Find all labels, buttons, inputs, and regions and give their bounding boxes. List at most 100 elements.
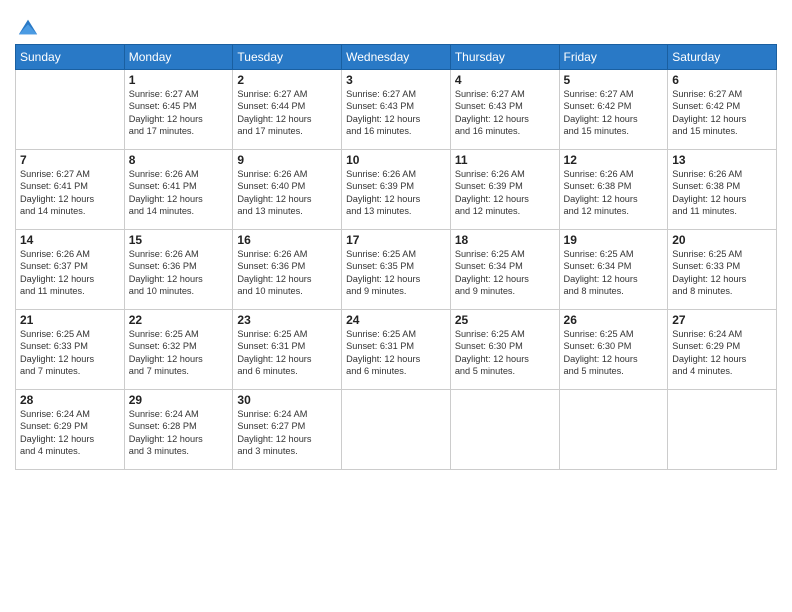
weekday-header-row: SundayMondayTuesdayWednesdayThursdayFrid… — [16, 45, 777, 70]
calendar-cell: 25Sunrise: 6:25 AM Sunset: 6:30 PM Dayli… — [450, 310, 559, 390]
calendar-cell: 9Sunrise: 6:26 AM Sunset: 6:40 PM Daylig… — [233, 150, 342, 230]
day-number: 4 — [455, 73, 555, 87]
day-detail: Sunrise: 6:27 AM Sunset: 6:42 PM Dayligh… — [672, 88, 772, 138]
day-detail: Sunrise: 6:25 AM Sunset: 6:30 PM Dayligh… — [564, 328, 664, 378]
calendar-cell: 17Sunrise: 6:25 AM Sunset: 6:35 PM Dayli… — [342, 230, 451, 310]
day-detail: Sunrise: 6:26 AM Sunset: 6:38 PM Dayligh… — [564, 168, 664, 218]
day-number: 6 — [672, 73, 772, 87]
day-number: 14 — [20, 233, 120, 247]
day-detail: Sunrise: 6:27 AM Sunset: 6:45 PM Dayligh… — [129, 88, 229, 138]
week-row-5: 28Sunrise: 6:24 AM Sunset: 6:29 PM Dayli… — [16, 390, 777, 470]
day-number: 7 — [20, 153, 120, 167]
day-detail: Sunrise: 6:26 AM Sunset: 6:41 PM Dayligh… — [129, 168, 229, 218]
day-detail: Sunrise: 6:25 AM Sunset: 6:31 PM Dayligh… — [346, 328, 446, 378]
calendar-cell: 18Sunrise: 6:25 AM Sunset: 6:34 PM Dayli… — [450, 230, 559, 310]
calendar-cell: 15Sunrise: 6:26 AM Sunset: 6:36 PM Dayli… — [124, 230, 233, 310]
weekday-header-sunday: Sunday — [16, 45, 125, 70]
calendar-cell: 11Sunrise: 6:26 AM Sunset: 6:39 PM Dayli… — [450, 150, 559, 230]
day-number: 15 — [129, 233, 229, 247]
calendar-cell: 2Sunrise: 6:27 AM Sunset: 6:44 PM Daylig… — [233, 70, 342, 150]
day-number: 27 — [672, 313, 772, 327]
day-number: 30 — [237, 393, 337, 407]
day-number: 16 — [237, 233, 337, 247]
calendar-cell — [668, 390, 777, 470]
calendar-cell: 12Sunrise: 6:26 AM Sunset: 6:38 PM Dayli… — [559, 150, 668, 230]
week-row-3: 14Sunrise: 6:26 AM Sunset: 6:37 PM Dayli… — [16, 230, 777, 310]
day-number: 22 — [129, 313, 229, 327]
day-number: 11 — [455, 153, 555, 167]
day-number: 2 — [237, 73, 337, 87]
day-detail: Sunrise: 6:25 AM Sunset: 6:35 PM Dayligh… — [346, 248, 446, 298]
calendar-cell: 10Sunrise: 6:26 AM Sunset: 6:39 PM Dayli… — [342, 150, 451, 230]
week-row-1: 1Sunrise: 6:27 AM Sunset: 6:45 PM Daylig… — [16, 70, 777, 150]
day-number: 5 — [564, 73, 664, 87]
day-detail: Sunrise: 6:24 AM Sunset: 6:29 PM Dayligh… — [672, 328, 772, 378]
calendar-cell: 1Sunrise: 6:27 AM Sunset: 6:45 PM Daylig… — [124, 70, 233, 150]
calendar-cell: 27Sunrise: 6:24 AM Sunset: 6:29 PM Dayli… — [668, 310, 777, 390]
day-detail: Sunrise: 6:27 AM Sunset: 6:41 PM Dayligh… — [20, 168, 120, 218]
day-number: 23 — [237, 313, 337, 327]
calendar-cell: 19Sunrise: 6:25 AM Sunset: 6:34 PM Dayli… — [559, 230, 668, 310]
day-detail: Sunrise: 6:24 AM Sunset: 6:27 PM Dayligh… — [237, 408, 337, 458]
day-detail: Sunrise: 6:25 AM Sunset: 6:34 PM Dayligh… — [564, 248, 664, 298]
calendar-cell: 21Sunrise: 6:25 AM Sunset: 6:33 PM Dayli… — [16, 310, 125, 390]
calendar-cell: 14Sunrise: 6:26 AM Sunset: 6:37 PM Dayli… — [16, 230, 125, 310]
calendar-cell: 26Sunrise: 6:25 AM Sunset: 6:30 PM Dayli… — [559, 310, 668, 390]
week-row-2: 7Sunrise: 6:27 AM Sunset: 6:41 PM Daylig… — [16, 150, 777, 230]
day-number: 10 — [346, 153, 446, 167]
day-detail: Sunrise: 6:25 AM Sunset: 6:33 PM Dayligh… — [672, 248, 772, 298]
calendar-cell: 6Sunrise: 6:27 AM Sunset: 6:42 PM Daylig… — [668, 70, 777, 150]
day-detail: Sunrise: 6:26 AM Sunset: 6:36 PM Dayligh… — [237, 248, 337, 298]
day-detail: Sunrise: 6:27 AM Sunset: 6:43 PM Dayligh… — [346, 88, 446, 138]
day-number: 13 — [672, 153, 772, 167]
calendar-cell — [450, 390, 559, 470]
day-number: 19 — [564, 233, 664, 247]
day-number: 21 — [20, 313, 120, 327]
day-detail: Sunrise: 6:24 AM Sunset: 6:29 PM Dayligh… — [20, 408, 120, 458]
day-detail: Sunrise: 6:26 AM Sunset: 6:39 PM Dayligh… — [346, 168, 446, 218]
calendar-cell: 30Sunrise: 6:24 AM Sunset: 6:27 PM Dayli… — [233, 390, 342, 470]
calendar-cell — [559, 390, 668, 470]
day-number: 3 — [346, 73, 446, 87]
calendar-cell: 5Sunrise: 6:27 AM Sunset: 6:42 PM Daylig… — [559, 70, 668, 150]
calendar-cell — [16, 70, 125, 150]
day-detail: Sunrise: 6:25 AM Sunset: 6:32 PM Dayligh… — [129, 328, 229, 378]
logo — [15, 14, 39, 38]
calendar-cell: 24Sunrise: 6:25 AM Sunset: 6:31 PM Dayli… — [342, 310, 451, 390]
day-number: 9 — [237, 153, 337, 167]
day-detail: Sunrise: 6:25 AM Sunset: 6:34 PM Dayligh… — [455, 248, 555, 298]
day-number: 25 — [455, 313, 555, 327]
day-detail: Sunrise: 6:27 AM Sunset: 6:43 PM Dayligh… — [455, 88, 555, 138]
day-detail: Sunrise: 6:26 AM Sunset: 6:36 PM Dayligh… — [129, 248, 229, 298]
calendar-cell — [342, 390, 451, 470]
calendar-cell: 7Sunrise: 6:27 AM Sunset: 6:41 PM Daylig… — [16, 150, 125, 230]
calendar-cell: 13Sunrise: 6:26 AM Sunset: 6:38 PM Dayli… — [668, 150, 777, 230]
calendar-cell: 22Sunrise: 6:25 AM Sunset: 6:32 PM Dayli… — [124, 310, 233, 390]
calendar-cell: 16Sunrise: 6:26 AM Sunset: 6:36 PM Dayli… — [233, 230, 342, 310]
calendar-cell: 8Sunrise: 6:26 AM Sunset: 6:41 PM Daylig… — [124, 150, 233, 230]
day-number: 17 — [346, 233, 446, 247]
weekday-header-wednesday: Wednesday — [342, 45, 451, 70]
week-row-4: 21Sunrise: 6:25 AM Sunset: 6:33 PM Dayli… — [16, 310, 777, 390]
day-number: 28 — [20, 393, 120, 407]
calendar-cell: 29Sunrise: 6:24 AM Sunset: 6:28 PM Dayli… — [124, 390, 233, 470]
day-number: 12 — [564, 153, 664, 167]
day-detail: Sunrise: 6:26 AM Sunset: 6:39 PM Dayligh… — [455, 168, 555, 218]
day-detail: Sunrise: 6:25 AM Sunset: 6:33 PM Dayligh… — [20, 328, 120, 378]
weekday-header-friday: Friday — [559, 45, 668, 70]
day-detail: Sunrise: 6:26 AM Sunset: 6:38 PM Dayligh… — [672, 168, 772, 218]
day-number: 26 — [564, 313, 664, 327]
day-number: 20 — [672, 233, 772, 247]
calendar-cell: 4Sunrise: 6:27 AM Sunset: 6:43 PM Daylig… — [450, 70, 559, 150]
calendar-cell: 20Sunrise: 6:25 AM Sunset: 6:33 PM Dayli… — [668, 230, 777, 310]
day-detail: Sunrise: 6:27 AM Sunset: 6:42 PM Dayligh… — [564, 88, 664, 138]
calendar-cell: 28Sunrise: 6:24 AM Sunset: 6:29 PM Dayli… — [16, 390, 125, 470]
day-detail: Sunrise: 6:25 AM Sunset: 6:30 PM Dayligh… — [455, 328, 555, 378]
day-detail: Sunrise: 6:24 AM Sunset: 6:28 PM Dayligh… — [129, 408, 229, 458]
calendar: SundayMondayTuesdayWednesdayThursdayFrid… — [15, 44, 777, 470]
day-number: 18 — [455, 233, 555, 247]
calendar-cell: 3Sunrise: 6:27 AM Sunset: 6:43 PM Daylig… — [342, 70, 451, 150]
day-detail: Sunrise: 6:26 AM Sunset: 6:37 PM Dayligh… — [20, 248, 120, 298]
day-number: 29 — [129, 393, 229, 407]
logo-icon — [17, 16, 39, 38]
